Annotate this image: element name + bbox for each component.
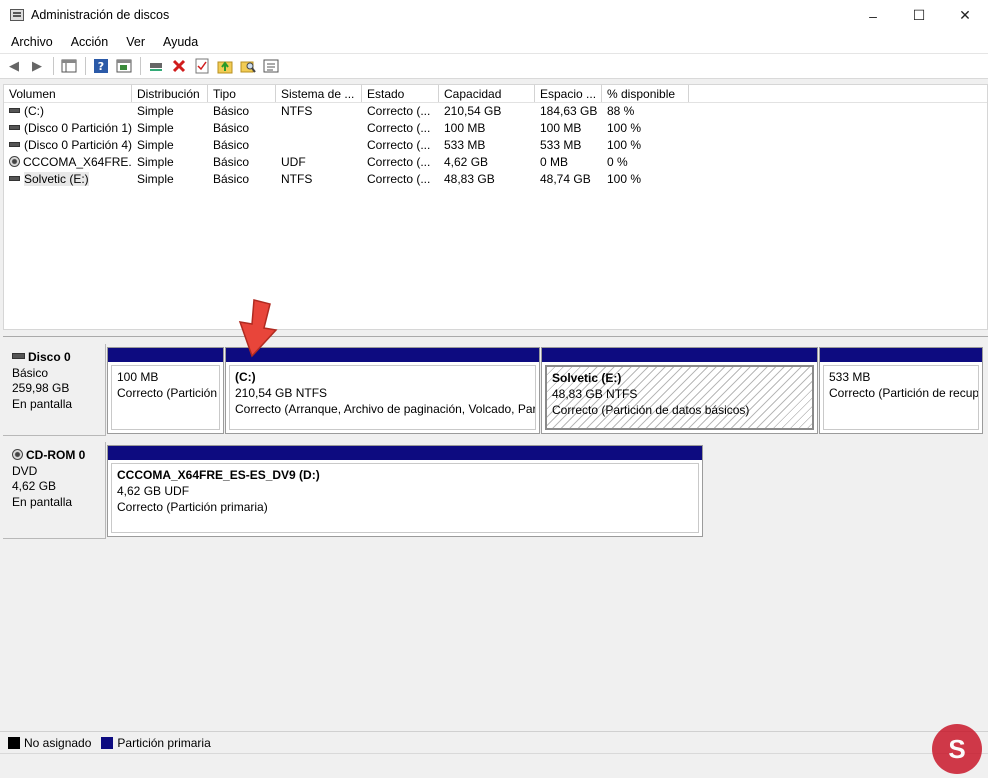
legend-item-unallocated: No asignado bbox=[8, 736, 91, 750]
column-header-distribucion[interactable]: Distribución bbox=[132, 85, 208, 102]
list-view-icon[interactable] bbox=[261, 56, 281, 76]
help-icon[interactable]: ? bbox=[91, 56, 111, 76]
legend-item-primary: Partición primaria bbox=[101, 736, 211, 750]
svg-text:?: ? bbox=[98, 60, 104, 73]
cdrom-0-label[interactable]: CD-ROM 0 DVD 4,62 GB En pantalla bbox=[3, 442, 106, 539]
status-bar bbox=[0, 753, 988, 778]
search-folder-icon[interactable] bbox=[238, 56, 258, 76]
table-row[interactable]: (C:) Simple Básico NTFS Correcto (... 21… bbox=[4, 103, 987, 120]
legend: No asignado Partición primaria bbox=[0, 731, 988, 753]
console-tree-icon[interactable] bbox=[59, 56, 79, 76]
disk-0-label[interactable]: Disco 0 Básico 259,98 GB En pantalla bbox=[3, 344, 106, 436]
title-bar: Administración de discos – ☐ ✕ bbox=[0, 0, 988, 31]
menu-archivo[interactable]: Archivo bbox=[4, 35, 60, 49]
window-title: Administración de discos bbox=[31, 8, 170, 22]
maximize-button[interactable]: ☐ bbox=[896, 0, 942, 31]
legend-swatch bbox=[8, 736, 20, 749]
column-header-sistema[interactable]: Sistema de ... bbox=[276, 85, 362, 102]
menu-ver[interactable]: Ver bbox=[119, 35, 152, 49]
partition-recovery-533mb[interactable]: 533 MB Correcto (Partición de recup bbox=[819, 347, 983, 434]
volume-icon bbox=[9, 125, 20, 131]
partition-recovery-100mb[interactable]: 100 MB Correcto (Partición bbox=[107, 347, 224, 434]
hard-disk-icon bbox=[12, 353, 25, 360]
back-arrow-icon[interactable]: ◀ bbox=[4, 56, 24, 76]
partition-c[interactable]: (C:) 210,54 GB NTFS Correcto (Arranque, … bbox=[225, 347, 540, 434]
table-row[interactable]: Solvetic (E:) Simple Básico NTFS Correct… bbox=[4, 171, 987, 188]
volume-icon bbox=[9, 176, 20, 182]
minimize-button[interactable]: – bbox=[850, 0, 896, 31]
cd-drive-icon bbox=[9, 156, 20, 168]
table-row[interactable]: CCCOMA_X64FRE... Simple Básico UDF Corre… bbox=[4, 154, 987, 171]
menu-accion[interactable]: Acción bbox=[64, 35, 116, 49]
column-header-estado[interactable]: Estado bbox=[362, 85, 439, 102]
properties-icon[interactable] bbox=[114, 56, 134, 76]
check-icon[interactable] bbox=[192, 56, 212, 76]
volume-icon bbox=[9, 108, 20, 114]
column-header-espacio[interactable]: Espacio ... bbox=[535, 85, 602, 102]
volume-list: Volumen Distribución Tipo Sistema de ...… bbox=[3, 84, 988, 330]
connect-disk-icon[interactable] bbox=[146, 56, 166, 76]
menu-bar: Archivo Acción Ver Ayuda bbox=[0, 31, 988, 53]
cd-drive-icon bbox=[12, 449, 23, 461]
solvetic-logo: S bbox=[932, 724, 982, 774]
close-button[interactable]: ✕ bbox=[942, 0, 988, 31]
table-row[interactable]: (Disco 0 Partición 4) Simple Básico Corr… bbox=[4, 137, 987, 154]
column-header-tipo[interactable]: Tipo bbox=[208, 85, 276, 102]
disk-management-icon bbox=[10, 9, 24, 21]
annotation-arrow-icon bbox=[238, 299, 278, 358]
delete-icon[interactable] bbox=[169, 56, 189, 76]
disk-graph-view: Disco 0 Básico 259,98 GB En pantalla 100… bbox=[3, 336, 988, 731]
volume-list-header: Volumen Distribución Tipo Sistema de ...… bbox=[4, 85, 987, 103]
volume-icon bbox=[9, 142, 20, 148]
column-header-capacidad[interactable]: Capacidad bbox=[439, 85, 535, 102]
menu-ayuda[interactable]: Ayuda bbox=[156, 35, 205, 49]
table-row[interactable]: (Disco 0 Partición 1) Simple Básico Corr… bbox=[4, 120, 987, 137]
upload-folder-icon[interactable] bbox=[215, 56, 235, 76]
column-header-disponible[interactable]: % disponible bbox=[602, 85, 689, 102]
toolbar: ◀ ▶ ? bbox=[0, 53, 988, 79]
forward-arrow-icon[interactable]: ▶ bbox=[27, 56, 47, 76]
legend-swatch bbox=[101, 736, 114, 749]
column-header-volumen[interactable]: Volumen bbox=[4, 85, 132, 102]
partition-cdrom-d[interactable]: CCCOMA_X64FRE_ES-ES_DV9 (D:) 4,62 GB UDF… bbox=[107, 445, 703, 537]
partition-solvetic-e[interactable]: Solvetic (E:) 48,83 GB NTFS Correcto (Pa… bbox=[541, 347, 818, 434]
